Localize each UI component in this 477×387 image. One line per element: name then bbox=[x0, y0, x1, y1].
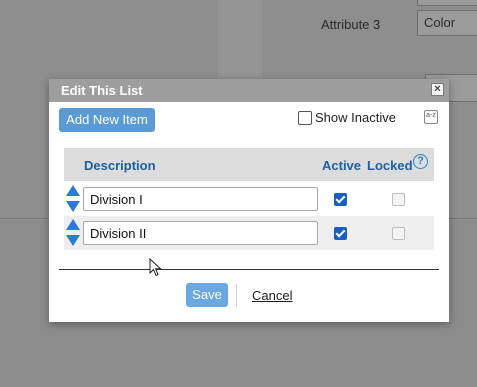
sort-az-icon[interactable]: a-z bbox=[424, 110, 438, 124]
edit-list-dialog: Edit This List × Add New Item Show Inact… bbox=[49, 79, 449, 322]
column-header-description: Description bbox=[84, 158, 156, 173]
mouse-cursor-icon bbox=[149, 258, 162, 277]
save-button[interactable]: Save bbox=[186, 283, 228, 307]
list-table-header: Description Active Locked ? bbox=[64, 148, 434, 181]
move-up-icon[interactable] bbox=[66, 185, 80, 196]
move-down-icon[interactable] bbox=[66, 201, 80, 212]
dialog-title: Edit This List bbox=[61, 83, 143, 98]
cancel-link[interactable]: Cancel bbox=[252, 288, 292, 303]
background-select-top bbox=[417, 0, 477, 6]
dialog-header: Edit This List × bbox=[49, 79, 449, 102]
button-separator bbox=[236, 284, 237, 307]
list-row: Division II bbox=[64, 216, 434, 250]
close-icon[interactable]: × bbox=[431, 83, 444, 96]
show-inactive-toggle[interactable]: Show Inactive bbox=[298, 110, 396, 125]
add-new-item-button[interactable]: Add New Item bbox=[59, 108, 155, 132]
active-checkbox[interactable] bbox=[334, 193, 347, 206]
move-down-icon[interactable] bbox=[66, 235, 80, 246]
attribute-3-select[interactable]: Color bbox=[417, 10, 477, 36]
show-inactive-checkbox[interactable] bbox=[298, 110, 312, 125]
locked-checkbox[interactable] bbox=[392, 193, 405, 206]
help-icon[interactable]: ? bbox=[413, 154, 428, 169]
list-row: Division I bbox=[64, 182, 434, 216]
active-checkbox[interactable] bbox=[334, 227, 347, 240]
locked-checkbox[interactable] bbox=[392, 227, 405, 240]
description-input[interactable]: Division II bbox=[83, 221, 318, 245]
show-inactive-label: Show Inactive bbox=[315, 110, 396, 125]
column-header-locked: Locked bbox=[367, 158, 413, 173]
move-up-icon[interactable] bbox=[66, 219, 80, 230]
column-header-active: Active bbox=[322, 158, 362, 173]
attribute-3-label: Attribute 3 bbox=[321, 17, 381, 32]
footer-divider bbox=[59, 269, 439, 270]
description-input[interactable]: Division I bbox=[83, 187, 318, 211]
